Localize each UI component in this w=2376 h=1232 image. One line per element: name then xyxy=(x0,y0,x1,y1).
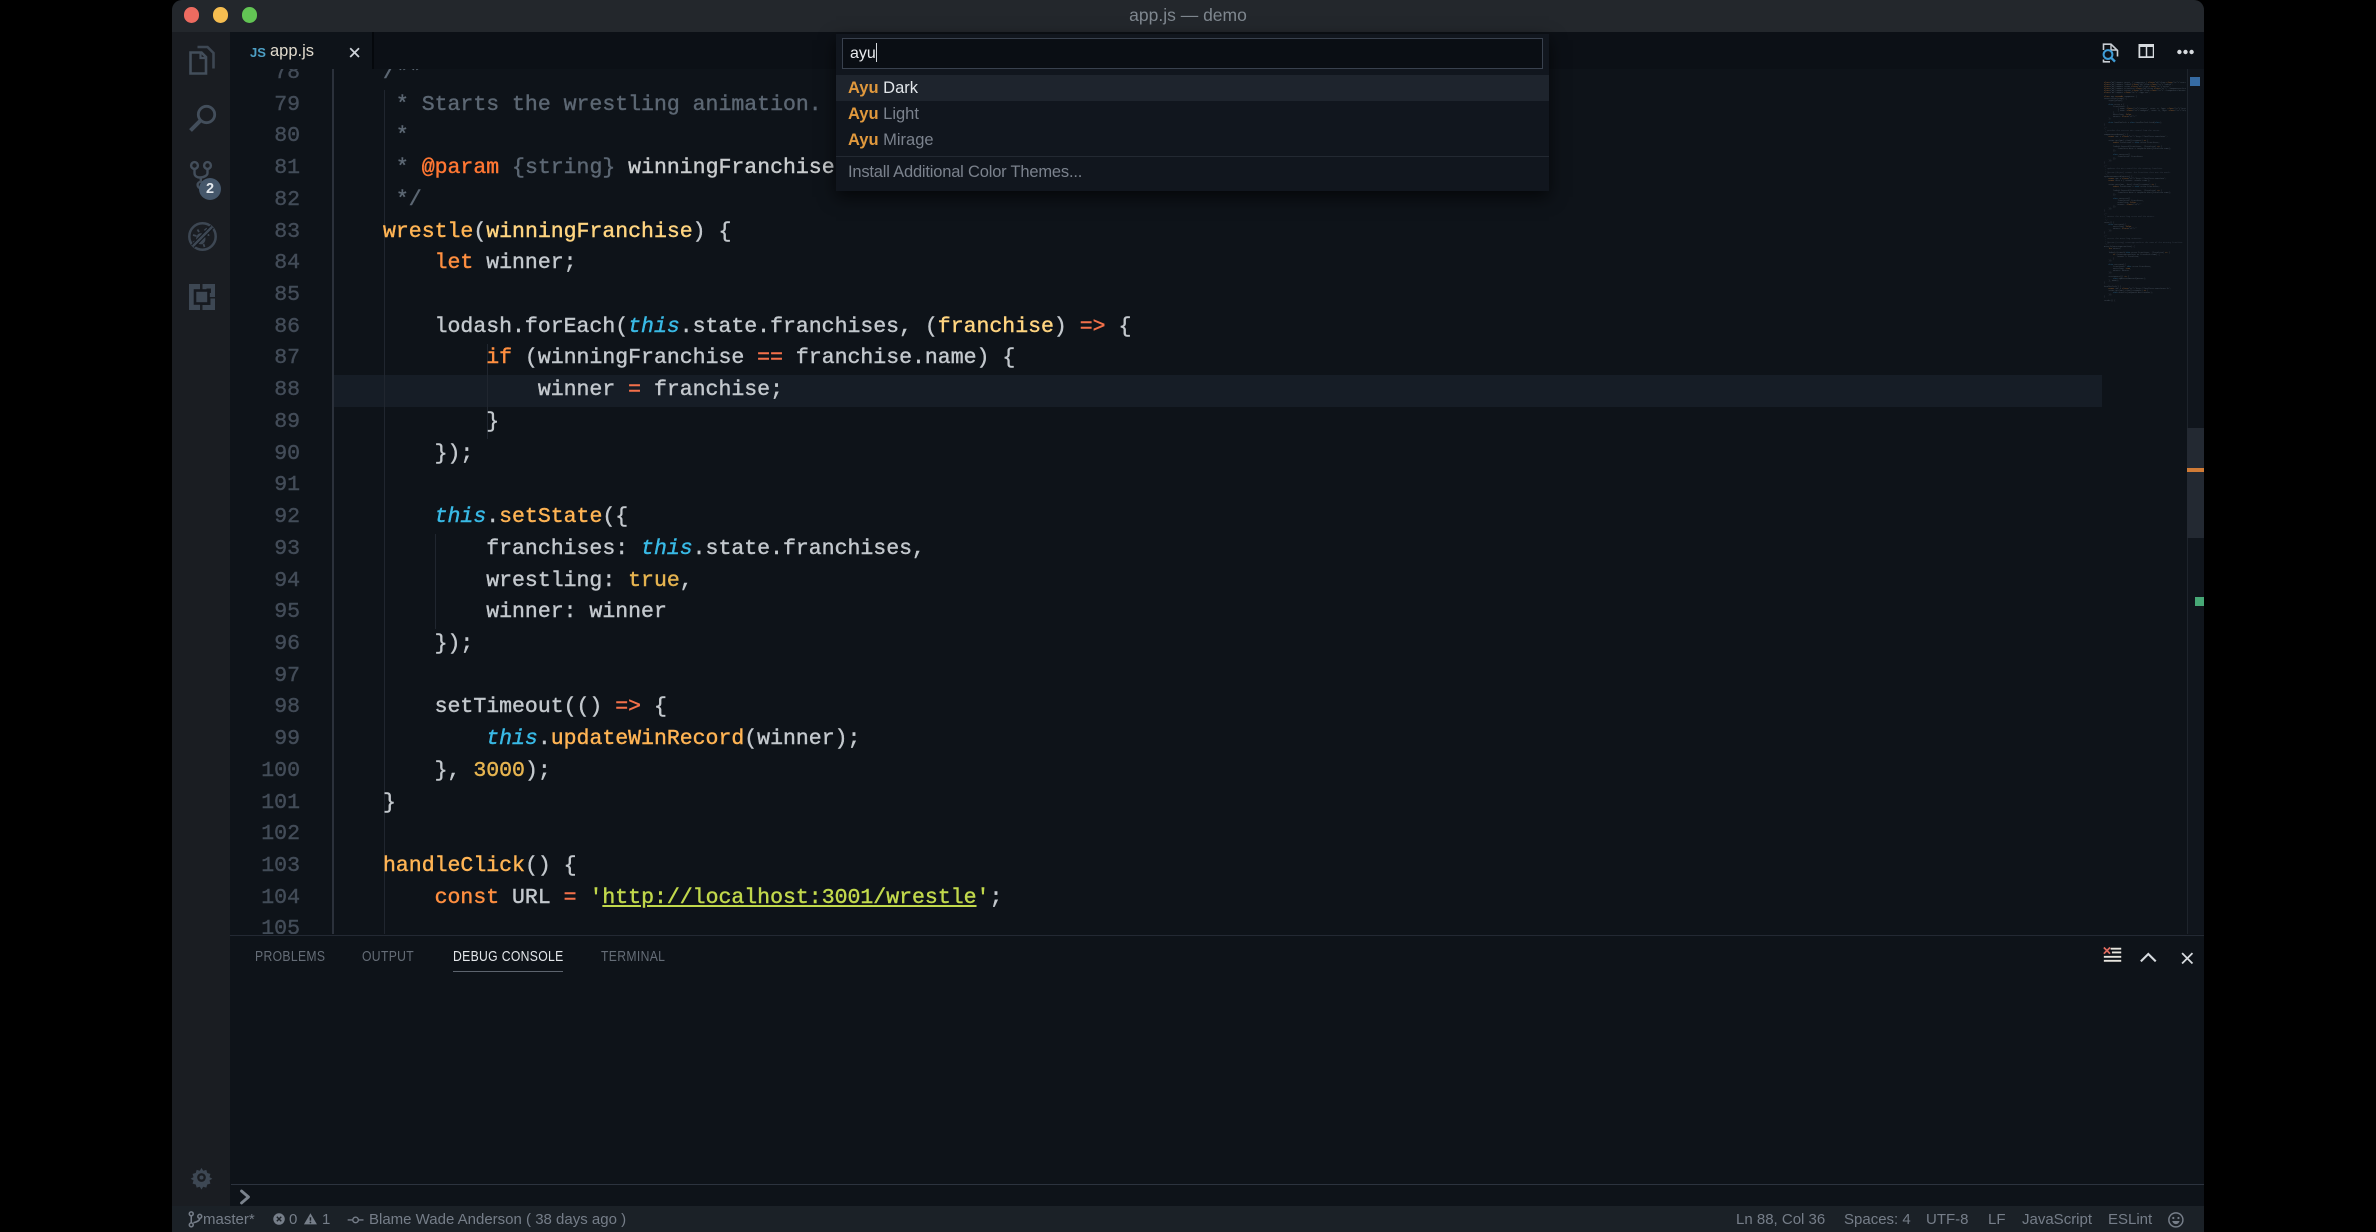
svg-text:JS: JS xyxy=(250,45,266,60)
